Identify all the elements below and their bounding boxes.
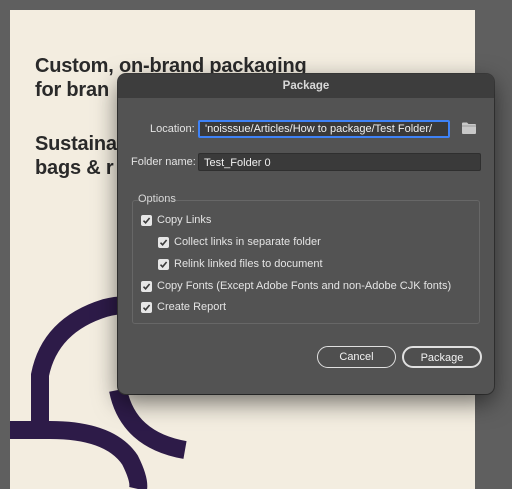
create-report-checkbox[interactable] [141,301,152,313]
create-report-option[interactable]: Create Report [141,301,226,313]
copy-fonts-label: Copy Fonts (Except Adobe Fonts and non-A… [157,280,452,292]
package-button[interactable]: Package [402,346,482,368]
copy-links-label: Copy Links [157,214,212,226]
relink-files-option[interactable]: Relink linked files to document [158,258,323,270]
subhead: Sustaina bags & r [35,132,117,180]
relink-files-checkbox[interactable] [158,258,169,270]
dialog-title[interactable]: Package [118,74,494,98]
cancel-button[interactable]: Cancel [317,346,396,368]
collect-links-option[interactable]: Collect links in separate folder [158,236,321,248]
copy-fonts-checkbox[interactable] [141,280,152,292]
copy-links-option[interactable]: Copy Links [141,214,211,226]
create-report-label: Create Report [157,301,227,313]
subhead-line-1: Sustaina [35,133,117,155]
subhead-line-2: bags & r [35,157,114,179]
package-dialog: Package Location: 'noisssue/Articles/How… [118,74,494,394]
options-label: Options [138,193,176,205]
folder-name-label: Folder name: [131,156,196,168]
location-label: Location: [150,123,195,135]
folder-name-field[interactable]: Test_Folder 0 [198,153,481,171]
collect-links-checkbox[interactable] [158,236,169,248]
location-field[interactable]: 'noisssue/Articles/How to package/Test F… [198,120,450,138]
copy-links-checkbox[interactable] [141,214,152,226]
relink-files-label: Relink linked files to document [174,258,323,270]
copy-fonts-option[interactable]: Copy Fonts (Except Adobe Fonts and non-A… [141,280,451,292]
folder-icon[interactable] [461,121,477,135]
collect-links-label: Collect links in separate folder [174,236,321,248]
